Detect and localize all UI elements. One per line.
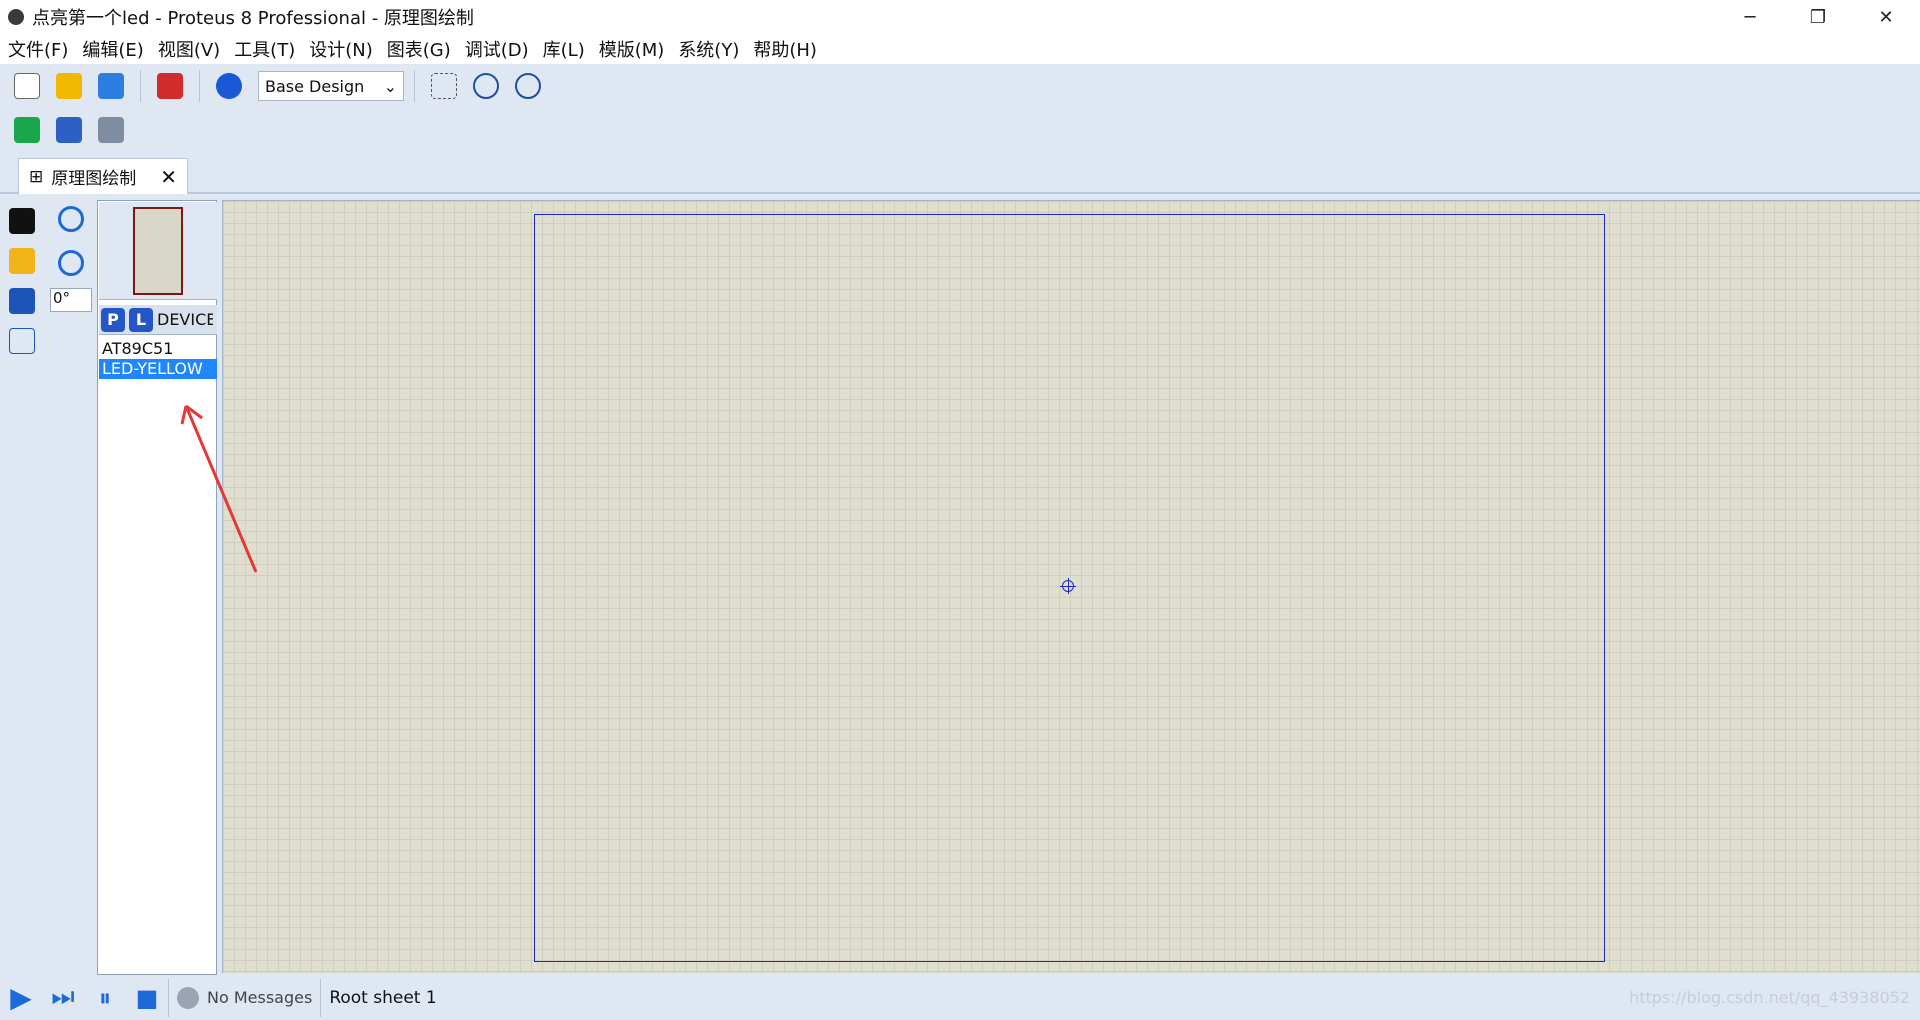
open-button[interactable] <box>50 67 88 105</box>
window-controls: ─ ❐ ✕ <box>1716 0 1920 34</box>
component-mode-icon <box>9 248 35 274</box>
design-select-value: Base Design <box>265 76 365 96</box>
zoom-out-button[interactable] <box>509 67 547 105</box>
junction-icon <box>9 288 35 314</box>
messages-status[interactable]: No Messages <box>168 978 320 1017</box>
tab-label: 原理图绘制 <box>51 169 137 189</box>
schematic-tab-icon: ⊞ <box>29 166 44 187</box>
property-tool-button[interactable] <box>92 111 130 149</box>
list-item[interactable]: AT89C51 <box>99 339 217 359</box>
component-mode-button[interactable] <box>3 242 41 280</box>
stop-icon: ■ <box>135 983 159 1012</box>
list-item[interactable]: LED-YELLOW <box>99 359 217 379</box>
selection-mode-button[interactable] <box>3 202 41 240</box>
menu-graph[interactable]: 图表(G) <box>379 36 457 62</box>
title-bar: 点亮第一个led - Proteus 8 Professional - 原理图绘… <box>0 0 1920 34</box>
home-icon <box>157 73 183 99</box>
zoom-in-button[interactable] <box>467 67 505 105</box>
separator <box>140 70 141 102</box>
menu-tools[interactable]: 工具(T) <box>226 36 301 62</box>
schematic-icon <box>14 117 40 143</box>
mode-toolbar <box>0 200 44 970</box>
stop-button[interactable]: ■ <box>126 977 168 1019</box>
rotation-angle-input[interactable]: 0° <box>50 288 92 312</box>
menu-system[interactable]: 系统(Y) <box>670 36 745 62</box>
close-button[interactable]: ✕ <box>1852 0 1920 34</box>
pause-button[interactable]: ⏸ <box>84 977 126 1019</box>
rotate-anticlockwise-button[interactable] <box>52 244 90 282</box>
menu-edit[interactable]: 编辑(E) <box>74 36 149 62</box>
chip-preview-icon <box>133 207 183 295</box>
separator <box>414 70 415 102</box>
messages-text: No Messages <box>207 988 313 1007</box>
step-icon: ⏭ <box>51 982 75 1012</box>
zoom-in-icon <box>473 73 499 99</box>
secondary-toolbar <box>0 110 330 150</box>
save-icon <box>98 73 124 99</box>
device-selector-header: P L DEVICES <box>99 305 217 335</box>
menu-view[interactable]: 视图(V) <box>150 36 226 62</box>
minimize-button[interactable]: ─ <box>1716 0 1784 34</box>
chevron-down-icon: ⌄ <box>383 76 397 96</box>
pointer-icon <box>9 208 35 234</box>
sheet-status: Root sheet 1 <box>320 978 444 1017</box>
grid-button[interactable] <box>425 67 463 105</box>
rotate-clockwise-icon <box>58 206 84 232</box>
junction-mode-button[interactable] <box>3 282 41 320</box>
save-button[interactable] <box>92 67 130 105</box>
base-design-select[interactable]: Base Design ⌄ <box>258 71 404 101</box>
status-bar: ▶ ⏭ ⏸ ■ No Messages Root sheet 1 https:/… <box>0 975 1920 1020</box>
devices-label: DEVICES <box>157 310 213 329</box>
annotation-arrow <box>180 404 258 573</box>
window-title: 点亮第一个led - Proteus 8 Professional - 原理图绘… <box>32 8 474 29</box>
menu-bar: 文件(F) 编辑(E) 视图(V) 工具(T) 设计(N) 图表(G) 调试(D… <box>0 34 1920 64</box>
proteus-icon <box>8 9 24 25</box>
origin-marker-icon <box>1060 578 1076 594</box>
separator <box>199 70 200 102</box>
main-toolbar: Base Design ⌄ <box>0 64 1920 108</box>
restore-button[interactable]: ❐ <box>1784 0 1852 34</box>
rotate-anticlockwise-icon <box>58 250 84 276</box>
tab-schematic-capture[interactable]: ⊞ 原理图绘制 ✕ <box>18 158 188 194</box>
menu-library[interactable]: 库(L) <box>535 36 591 62</box>
search-binoculars-icon <box>56 117 82 143</box>
home-button[interactable] <box>151 67 189 105</box>
step-button[interactable]: ⏭ <box>42 977 84 1019</box>
label-icon <box>9 328 35 354</box>
folder-icon <box>56 73 82 99</box>
sheet-text: Root sheet 1 <box>329 987 437 1008</box>
tab-close-icon[interactable]: ✕ <box>160 165 177 189</box>
menu-design[interactable]: 设计(N) <box>301 36 379 62</box>
search-button[interactable] <box>50 111 88 149</box>
rotate-clockwise-button[interactable] <box>52 200 90 238</box>
object-selector-panel: P L DEVICES AT89C51 LED-YELLOW <box>97 200 217 975</box>
document-tabs: ⊞ 原理图绘制 ✕ <box>0 156 1920 194</box>
library-manager-button[interactable]: L <box>129 307 153 332</box>
menu-help[interactable]: 帮助(H) <box>745 36 823 62</box>
property-tool-icon <box>98 117 124 143</box>
device-list: AT89C51 LED-YELLOW <box>99 339 217 379</box>
pause-icon: ⏸ <box>99 983 111 1012</box>
new-file-icon <box>14 73 40 99</box>
grid-icon <box>431 73 457 99</box>
play-button[interactable]: ▶ <box>0 977 42 1019</box>
pick-device-button[interactable]: P <box>101 307 125 332</box>
menu-debug[interactable]: 调试(D) <box>457 36 535 62</box>
orientation-toolbar: 0° <box>48 200 94 960</box>
help-icon <box>216 73 242 99</box>
schematic-button[interactable] <box>8 111 46 149</box>
help-button[interactable] <box>210 67 248 105</box>
label-mode-button[interactable] <box>3 322 41 360</box>
menu-file[interactable]: 文件(F) <box>0 36 74 62</box>
menu-template[interactable]: 模版(M) <box>591 36 671 62</box>
watermark: https://blog.csdn.net/qq_43938052 <box>1629 988 1910 1007</box>
new-button[interactable] <box>8 67 46 105</box>
info-icon <box>177 986 199 1009</box>
zoom-out-icon <box>515 73 541 99</box>
component-preview <box>99 202 217 300</box>
play-icon: ▶ <box>10 981 32 1014</box>
